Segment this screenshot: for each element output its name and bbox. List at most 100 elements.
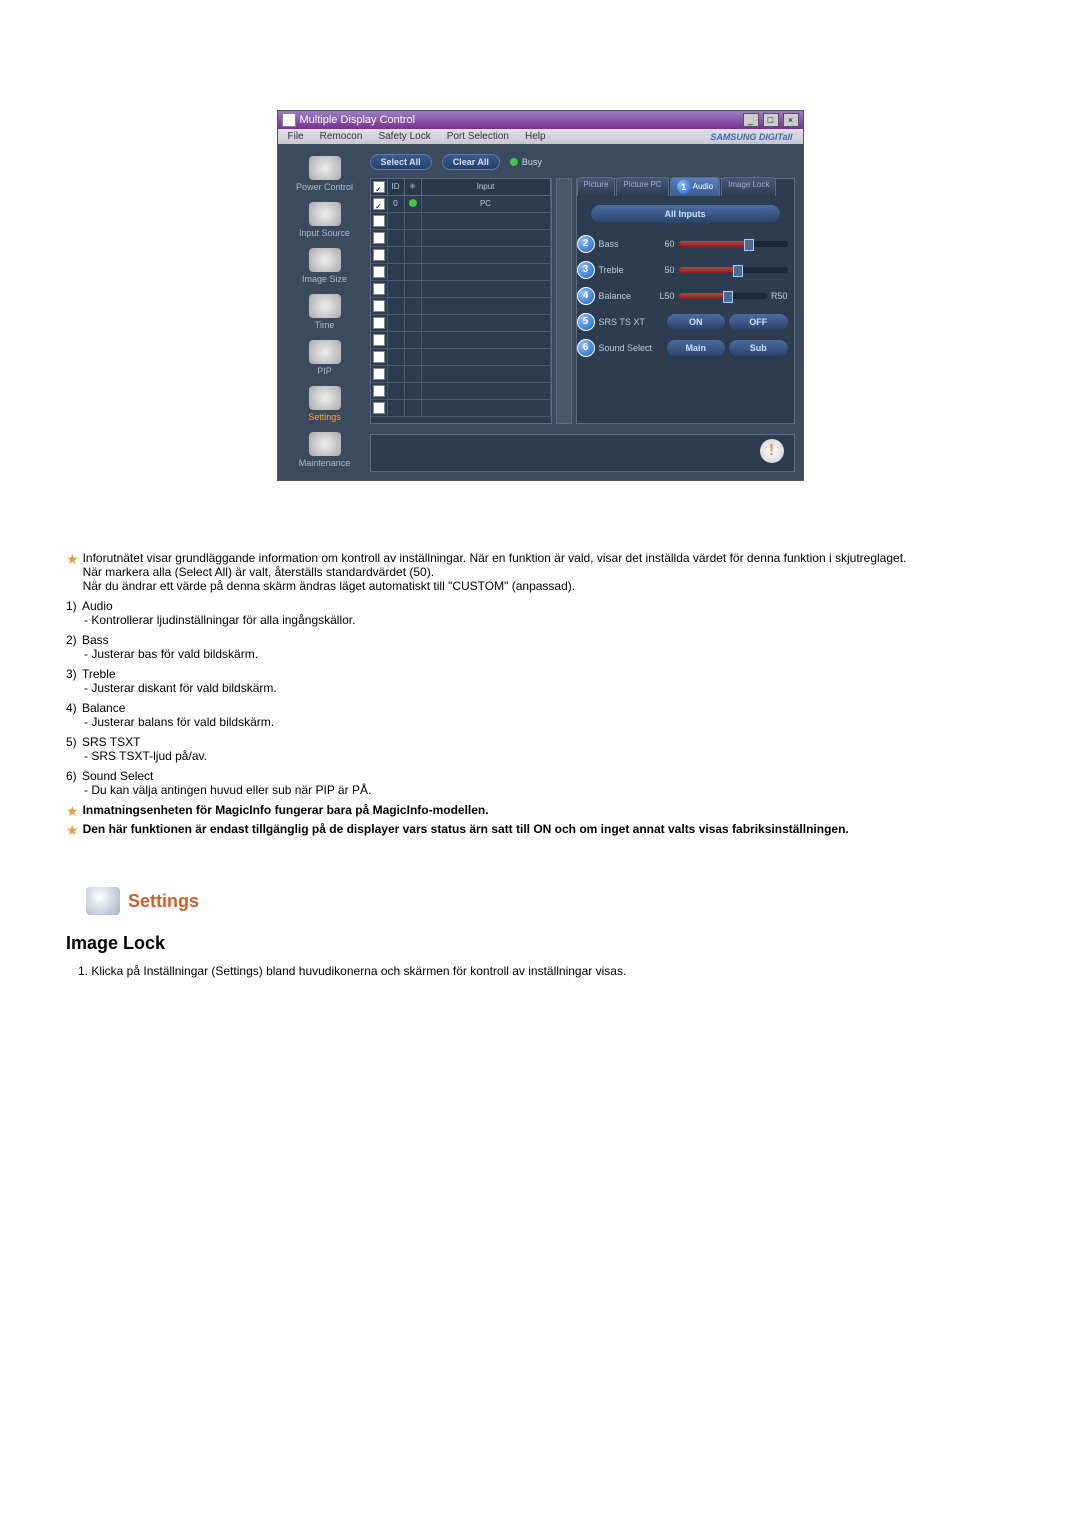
time-icon	[309, 294, 341, 318]
sidebar-item-power-control[interactable]: Power Control	[286, 152, 364, 196]
header-status-icon: ✳	[405, 179, 422, 195]
bass-label: Bass	[599, 239, 649, 249]
menu-safety-lock[interactable]: Safety Lock	[372, 131, 436, 142]
item-1-title: Audio	[82, 599, 113, 613]
menu-help[interactable]: Help	[519, 131, 552, 142]
menu-remocon[interactable]: Remocon	[314, 131, 369, 142]
clear-all-button[interactable]: Clear All	[442, 154, 500, 170]
treble-label: Treble	[599, 265, 649, 275]
sidebar-item-label: Power Control	[296, 182, 353, 192]
marker-4-icon: 4	[577, 287, 595, 305]
balance-value-left: L50	[653, 291, 675, 301]
sidebar-item-label: Maintenance	[299, 458, 351, 468]
brand-label: SAMSUNG DIGITall	[704, 132, 798, 142]
row-checkbox[interactable]	[373, 266, 385, 278]
item-5-desc: - SRS TSXT-ljud på/av.	[84, 749, 1014, 763]
sidebar-item-label: Input Source	[299, 228, 350, 238]
treble-control: 3 Treble 50	[583, 261, 788, 279]
marker-3-icon: 3	[577, 261, 595, 279]
window-title: Multiple Display Control	[300, 114, 416, 126]
tabs: Picture Picture PC 1Audio Image Lock	[577, 177, 794, 196]
row-checkbox[interactable]	[373, 300, 385, 312]
row-checkbox[interactable]	[373, 368, 385, 380]
row-checkbox[interactable]	[373, 283, 385, 295]
balance-value-right: R50	[771, 291, 788, 301]
item-6-desc: - Du kan välja antingen huvud eller sub …	[84, 783, 1014, 797]
sound-select-control: 6 Sound Select Main Sub	[583, 339, 788, 357]
status-area: !	[370, 434, 795, 472]
tab-audio[interactable]: 1Audio	[670, 177, 720, 196]
bass-slider[interactable]	[679, 241, 788, 247]
grid-row[interactable]: 0 PC	[371, 196, 551, 213]
busy-label: Busy	[522, 157, 542, 167]
note-2: Den här funktionen är endast tillgänglig…	[83, 822, 849, 836]
document-body: ★ Inforutnätet visar grundläggande infor…	[60, 551, 1020, 978]
row-checkbox[interactable]	[373, 198, 385, 210]
row-checkbox[interactable]	[373, 402, 385, 414]
settings-panel: Picture Picture PC 1Audio Image Lock All…	[576, 178, 795, 424]
header-input: Input	[422, 179, 551, 195]
header-checkbox[interactable]	[373, 181, 385, 193]
balance-slider[interactable]	[679, 293, 767, 299]
busy-indicator: Busy	[510, 157, 542, 167]
app-window: Multiple Display Control _ □ × File Remo…	[277, 110, 804, 481]
intro-p1c: När du ändrar ett värde på denna skärm ä…	[83, 579, 576, 593]
row-checkbox[interactable]	[373, 317, 385, 329]
sidebar-item-time[interactable]: Time	[286, 290, 364, 334]
srs-on-button[interactable]: ON	[667, 314, 726, 330]
tab-picture[interactable]: Picture	[577, 177, 616, 196]
sidebar-item-input-source[interactable]: Input Source	[286, 198, 364, 242]
power-icon	[309, 156, 341, 180]
row-checkbox[interactable]	[373, 215, 385, 227]
minimize-button[interactable]: _	[743, 113, 759, 127]
marker-5-icon: 5	[577, 313, 595, 331]
close-button[interactable]: ×	[783, 113, 799, 127]
sidebar-item-image-size[interactable]: Image Size	[286, 244, 364, 288]
select-all-button[interactable]: Select All	[370, 154, 432, 170]
intro-p1b: När markera alla (Select All) är valt, å…	[83, 565, 434, 579]
item-5-title: SRS TSXT	[82, 735, 140, 749]
sidebar: Power Control Input Source Image Size Ti…	[286, 152, 364, 472]
star-icon: ★	[66, 804, 79, 818]
item-3-title: Treble	[82, 667, 116, 681]
input-source-icon	[309, 202, 341, 226]
settings-icon	[86, 887, 120, 915]
sidebar-item-pip[interactable]: PIP	[286, 336, 364, 380]
menu-file[interactable]: File	[282, 131, 310, 142]
star-icon: ★	[66, 823, 79, 837]
maximize-button[interactable]: □	[763, 113, 779, 127]
app-icon	[282, 113, 296, 127]
info-grid: ID ✳ Input 0 PC	[370, 178, 552, 424]
row-checkbox[interactable]	[373, 334, 385, 346]
row-checkbox[interactable]	[373, 385, 385, 397]
sound-main-button[interactable]: Main	[667, 340, 726, 356]
item-1-desc: - Kontrollerar ljudinställningar för all…	[84, 613, 1014, 627]
sound-sub-button[interactable]: Sub	[729, 340, 788, 356]
star-icon: ★	[66, 552, 79, 566]
treble-slider[interactable]	[679, 267, 788, 273]
row-checkbox[interactable]	[373, 249, 385, 261]
bass-control: 2 Bass 60	[583, 235, 788, 253]
sidebar-item-maintenance[interactable]: Maintenance	[286, 428, 364, 472]
row-checkbox[interactable]	[373, 232, 385, 244]
row-input: PC	[422, 196, 551, 212]
srs-label: SRS TS XT	[599, 317, 663, 327]
tab-picture-pc[interactable]: Picture PC	[616, 177, 668, 196]
note-1: Inmatningsenheten för MagicInfo fungerar…	[83, 803, 489, 817]
tab-image-lock[interactable]: Image Lock	[721, 177, 776, 196]
status-led-icon	[409, 199, 417, 207]
sidebar-item-settings[interactable]: Settings	[286, 382, 364, 426]
toolbar: Select All Clear All Busy	[370, 152, 795, 172]
scrollbar[interactable]	[556, 178, 572, 424]
menu-port-selection[interactable]: Port Selection	[441, 131, 515, 142]
sidebar-item-label: Image Size	[302, 274, 347, 284]
header-id: ID	[388, 179, 405, 195]
row-checkbox[interactable]	[373, 351, 385, 363]
image-size-icon	[309, 248, 341, 272]
busy-led-icon	[510, 158, 518, 166]
srs-off-button[interactable]: OFF	[729, 314, 788, 330]
balance-label: Balance	[599, 291, 649, 301]
warning-icon: !	[760, 439, 784, 463]
maintenance-icon	[309, 432, 341, 456]
item-4-title: Balance	[82, 701, 125, 715]
